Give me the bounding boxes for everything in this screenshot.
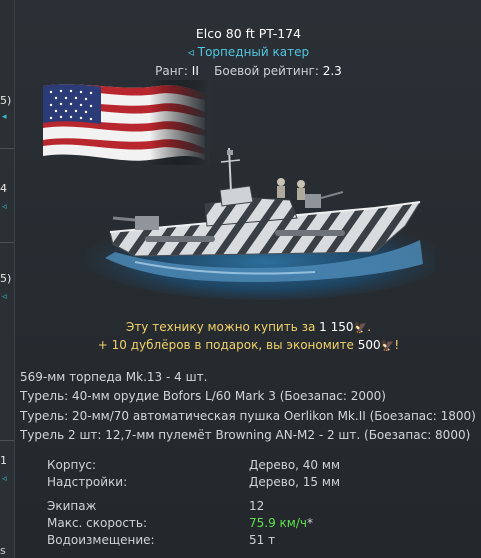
weapon-item: Турель: 40-мм орудие Bofors L/60 Mark 3 …: [20, 389, 386, 404]
battle-rating-label: Боевой рейтинг:: [214, 64, 319, 78]
background-item-mark: ◃: [2, 292, 7, 302]
background-item-mark: ◃: [2, 474, 7, 484]
offer-line-price: Эту технику можно купить за 1 150🦅.: [125, 320, 372, 334]
divider: [0, 440, 14, 441]
rank-label: Ранг:: [155, 64, 188, 78]
stat-label: Надстройки:: [47, 475, 128, 489]
golden-eagle-icon: 🦅: [353, 321, 368, 334]
divider: [0, 148, 14, 149]
weapon-item: Турель 2 шт: 12,7-мм пулемёт Browning AN…: [20, 427, 471, 442]
torpedo-boat-class-icon: ◃: [187, 45, 194, 59]
stat-value: 12: [249, 499, 265, 513]
background-item-text: 5): [0, 272, 12, 285]
background-item-mark: ◃: [2, 202, 7, 212]
weapon-item: Турель: 20-мм/70 автоматическая пушка Oe…: [20, 408, 476, 423]
stat-value: Дерево, 40 мм: [249, 458, 340, 472]
background-list-item[interactable]: 5) ◂: [0, 94, 14, 122]
speed-footnote-mark: *: [306, 516, 313, 530]
offer-line2-suffix: !: [394, 338, 400, 352]
offer-line-bonus: + 10 дублёров в подарок, вы экономите 50…: [15, 338, 481, 352]
background-list-item[interactable]: 1 ◃: [0, 454, 14, 484]
vehicle-class: ◃ Торпедный катер: [15, 45, 481, 59]
vehicle-tooltip: Elco 80 ft PT-174 ◃ Торпедный катер Ранг…: [14, 0, 481, 558]
stat-label: Макс. скорость:: [47, 516, 148, 530]
offer-savings: 500: [357, 338, 381, 352]
offer-line1-text: Эту технику можно купить за: [125, 320, 316, 334]
weapon-item: 569-мм торпеда Mk.13 - 4 шт.: [20, 370, 208, 384]
background-list-item[interactable]: 5) ◃: [0, 272, 14, 302]
rank-value: II: [191, 64, 199, 78]
offer-price: 1 150: [319, 320, 354, 334]
divider: [0, 242, 14, 243]
background-list-item[interactable]: 4 ◃: [0, 182, 14, 212]
background-item-mark: ◂: [2, 112, 7, 122]
weapons-list: 569-мм торпеда Mk.13 - 4 шт. Турель: 40-…: [20, 368, 476, 445]
background-item-text: 4: [0, 182, 7, 195]
pt-boat-image: [75, 140, 445, 310]
background-item-fragment: s: [0, 544, 6, 557]
speed-value: 75.9 км/ч: [249, 516, 307, 530]
background-vehicle-list: 5) ◂ 4 ◃ 5) ◃ 1 ◃ s: [0, 0, 14, 558]
rank-line: Ранг: II Боевой рейтинг: 2.3: [15, 64, 481, 78]
vehicle-name: Elco 80 ft PT-174: [195, 26, 302, 41]
vehicle-class-label: Торпедный катер: [197, 45, 310, 59]
stat-label: Корпус:: [47, 458, 97, 472]
golden-eagle-icon: 🦅: [380, 339, 395, 352]
stat-label: Водоизмещение:: [47, 533, 155, 547]
background-item-text: 1: [0, 454, 7, 467]
stat-label: Экипаж: [47, 499, 97, 513]
stat-value: 75.9 км/ч*: [249, 516, 313, 530]
background-item-text: 5): [0, 94, 12, 107]
offer-line2-text: + 10 дублёров в подарок, вы экономите: [97, 338, 354, 352]
battle-rating-value: 2.3: [322, 64, 342, 78]
stat-value: Дерево, 15 мм: [249, 475, 340, 489]
stat-value: 51 т: [249, 533, 276, 547]
